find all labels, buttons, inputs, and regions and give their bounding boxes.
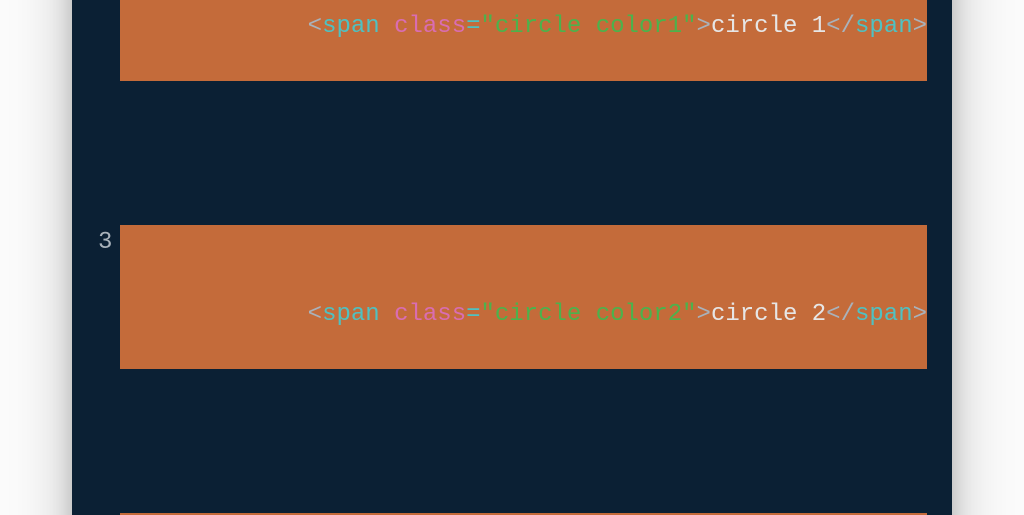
code-line: 3 <span class="circle color2">circle 2</… bbox=[98, 225, 926, 369]
code-line: 2 <span class="circle color1">circle 1</… bbox=[98, 0, 926, 81]
code-text: <span class="circle color1">circle 1</sp… bbox=[264, 13, 927, 40]
line-number: 3 bbox=[98, 225, 120, 369]
code-window: 1 <div class="container display-inline-e… bbox=[72, 0, 952, 515]
stage: 1 <div class="container display-inline-e… bbox=[0, 0, 1024, 515]
line-number: 2 bbox=[98, 0, 120, 81]
code-text: <span class="circle color2">circle 2</sp… bbox=[264, 301, 927, 328]
code-editor[interactable]: 1 <div class="container display-inline-e… bbox=[72, 0, 952, 515]
